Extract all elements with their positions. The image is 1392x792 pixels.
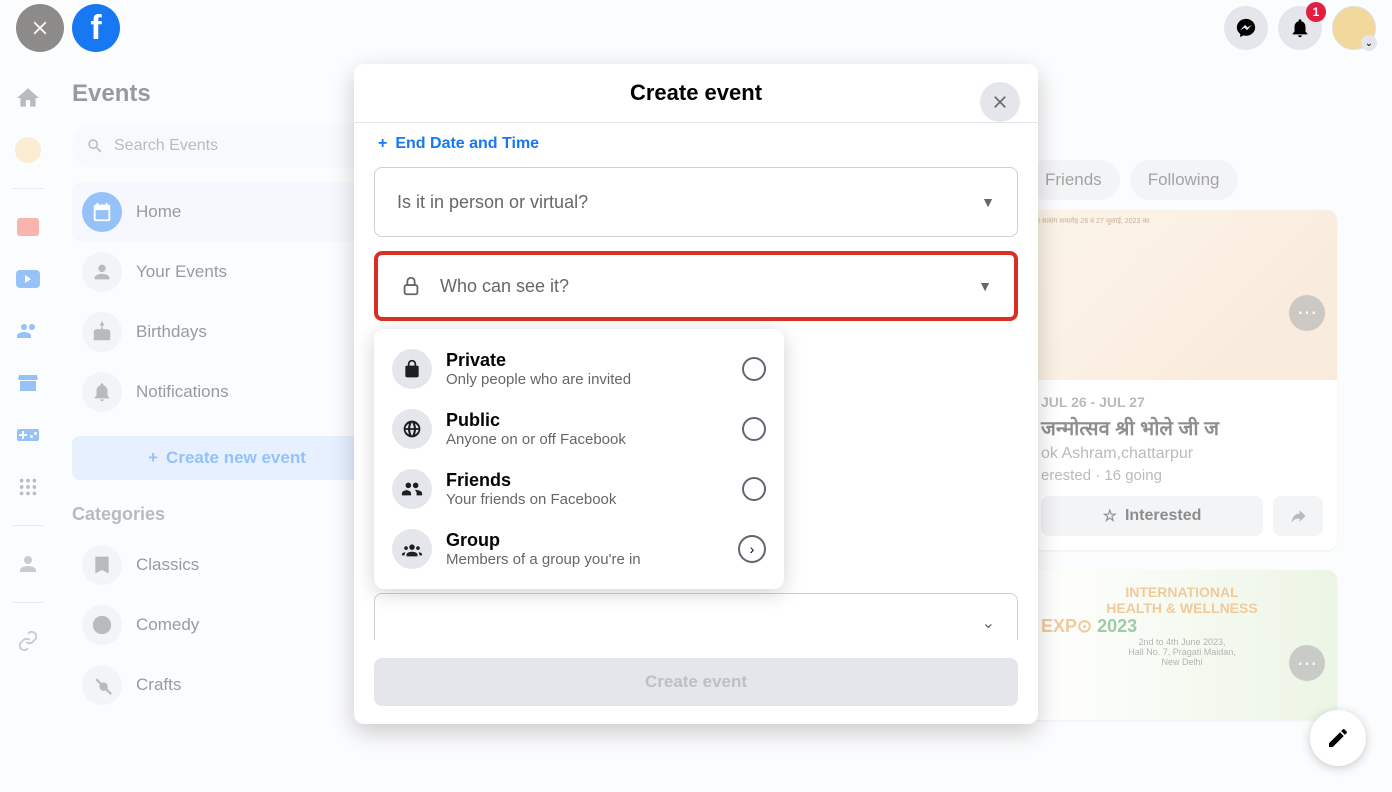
add-end-date-button[interactable]: + End Date and Time [374,123,1018,167]
account-menu[interactable]: ⌄ [1332,6,1376,50]
lock-icon [392,349,432,389]
event-card[interactable]: INTERNATIONALHEALTH & WELLNESS EXP⊙ 2023… [1027,570,1337,720]
sidebar-item-your-events[interactable]: Your Events [72,242,382,302]
events-sidebar: Events Search Events Home Your Events Bi… [72,80,382,715]
person-icon [82,252,122,292]
pencil-icon [1326,726,1350,750]
plus-icon: + [148,448,158,468]
create-new-event-button[interactable]: + Create new event [72,436,382,480]
messenger-button[interactable] [1224,6,1268,50]
share-icon [1288,506,1308,526]
plus-icon: + [378,135,387,153]
share-button[interactable] [1273,496,1323,536]
smile-icon [82,605,122,645]
calendar-icon [82,192,122,232]
radio-icon [742,417,766,441]
sidebar-item-birthdays[interactable]: Birthdays [72,302,382,362]
filter-friends[interactable]: Friends [1027,160,1120,200]
search-input[interactable]: Search Events [72,124,382,168]
event-title: जन्मोत्सव श्री भोले जी ज [1041,414,1323,441]
create-event-modal: Create event + End Date and Time Is it i… [354,64,1038,724]
radio-icon [742,357,766,381]
chevron-down-icon: ⌄ [1361,35,1377,51]
modal-title: Create event [630,80,762,106]
search-icon [86,137,104,155]
category-classics[interactable]: Classics [72,535,382,595]
privacy-option-group[interactable]: GroupMembers of a group you're in › [374,519,784,579]
cake-icon [82,312,122,352]
close-icon [990,92,1010,112]
marketplace-icon[interactable] [14,369,42,397]
menu-icon[interactable] [14,473,42,501]
group-shortcut-icon[interactable] [14,550,42,578]
close-icon [29,17,51,39]
sidebar-item-home[interactable]: Home [72,182,382,242]
category-crafts[interactable]: Crafts [72,655,382,715]
lock-icon [400,275,422,297]
bell-icon [82,372,122,412]
more-icon[interactable]: ⋯ [1289,295,1325,331]
privacy-field[interactable]: Who can see it? ▼ [374,251,1018,321]
privacy-dropdown: PrivateOnly people who are invited Publi… [374,329,784,589]
interested-button[interactable]: ☆ Interested [1041,496,1263,536]
events-icon[interactable] [14,213,42,241]
scissors-icon [82,665,122,705]
privacy-option-private[interactable]: PrivateOnly people who are invited [374,339,784,399]
more-icon[interactable]: ⋯ [1289,645,1325,681]
event-meta: erested · 16 going [1041,467,1323,484]
chevron-right-icon: › [738,535,766,563]
discover-column: Friends Following ण सत्संग समारोह 26 व 2… [1027,160,1337,740]
modal-close-button[interactable] [980,82,1020,122]
category-comedy[interactable]: Comedy [72,595,382,655]
home-icon[interactable] [14,84,42,112]
bell-icon [1289,17,1311,39]
watch-icon[interactable] [14,265,42,293]
categories-heading: Categories [72,504,382,525]
caret-down-icon: ▼ [978,278,992,294]
groups-icon[interactable] [14,317,42,345]
avatar-small[interactable] [14,136,42,164]
chevron-down-icon: ⌄ [982,613,995,633]
notification-badge: 1 [1306,2,1326,22]
filter-following[interactable]: Following [1130,160,1238,200]
messenger-icon [1235,17,1257,39]
star-icon: ☆ [1103,506,1117,526]
globe-icon [392,409,432,449]
collapsed-field[interactable]: ⌄ [374,593,1018,640]
link-icon[interactable] [14,627,42,655]
create-event-submit-button[interactable]: Create event [374,658,1018,706]
friends-icon [392,469,432,509]
event-location: ok Ashram,chattarpur [1041,445,1323,463]
page-title: Events [72,80,382,108]
privacy-option-friends[interactable]: FriendsYour friends on Facebook [374,459,784,519]
edit-fab[interactable] [1310,710,1366,766]
radio-icon [742,477,766,501]
left-rail [0,64,56,655]
notifications-button[interactable]: 1 [1278,6,1322,50]
privacy-option-public[interactable]: PublicAnyone on or off Facebook [374,399,784,459]
book-icon [82,545,122,585]
group-icon [392,529,432,569]
location-type-field[interactable]: Is it in person or virtual? ▼ [374,167,1018,237]
caret-down-icon: ▼ [981,194,995,210]
sidebar-item-notifications[interactable]: Notifications [72,362,382,422]
event-date: JUL 26 - JUL 27 [1041,394,1323,410]
gaming-icon[interactable] [14,421,42,449]
close-button[interactable] [16,4,64,52]
event-cover-image: ण सत्संग समारोह 26 व 27 जुलाई, 2023 का ⋯ [1027,210,1337,380]
event-card[interactable]: ण सत्संग समारोह 26 व 27 जुलाई, 2023 का ⋯… [1027,210,1337,550]
facebook-logo[interactable]: f [72,4,120,52]
